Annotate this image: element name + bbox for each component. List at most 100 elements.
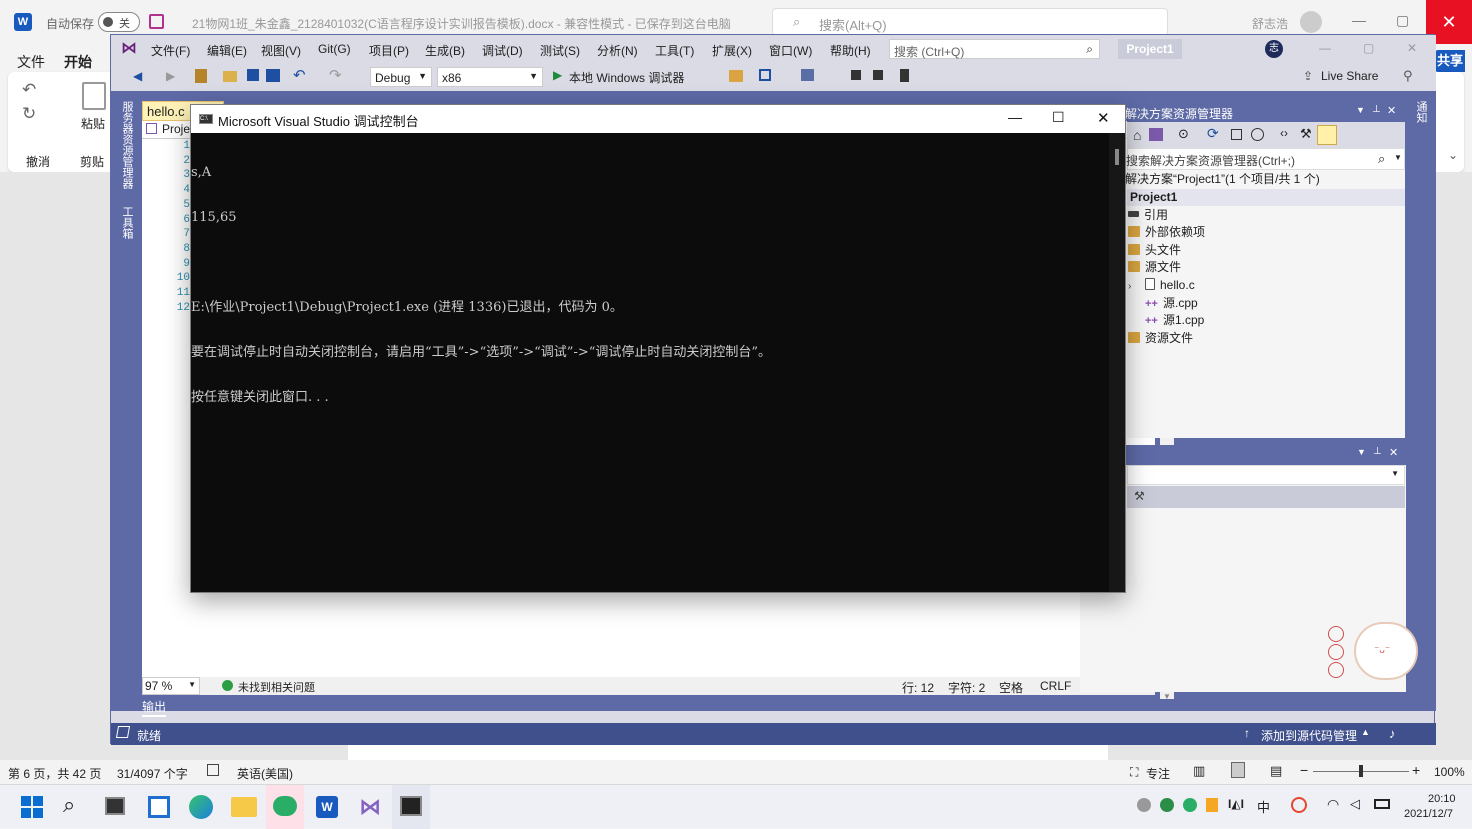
tree-item-hello-c[interactable]: › hello.c <box>1128 277 1195 294</box>
paste-label[interactable]: 粘贴 <box>81 115 105 132</box>
menu-edit[interactable]: 编辑(E) <box>207 42 247 59</box>
vs-close-icon[interactable]: ✕ <box>1407 41 1417 55</box>
mascot-sticker[interactable]: ⁻ᴗ⁻ <box>1354 622 1418 680</box>
toolbar-indent-icon[interactable] <box>801 69 814 81</box>
zoom-out-icon[interactable]: − <box>1300 762 1308 778</box>
mascot-button-1[interactable] <box>1328 626 1344 642</box>
share-button[interactable]: 共享 <box>1435 50 1465 72</box>
console-close-icon[interactable]: ✕ <box>1097 109 1110 127</box>
paste-icon[interactable] <box>82 82 106 110</box>
antivirus-icon[interactable] <box>1291 797 1307 813</box>
console-maximize-icon[interactable]: ☐ <box>1052 109 1065 126</box>
tree-item-references[interactable]: 引用 <box>1128 207 1168 224</box>
language[interactable]: 英语(美国) <box>237 765 293 782</box>
restore-icon[interactable]: ▢ <box>1396 12 1409 29</box>
run-icon[interactable]: ▶ <box>553 68 562 82</box>
search-icon[interactable]: ⌕ <box>63 792 75 818</box>
toolbar-browse-icon[interactable] <box>759 69 771 81</box>
security-icon[interactable] <box>1160 798 1174 812</box>
pin-icon[interactable]: ⊥ <box>1373 446 1382 457</box>
word-search-box[interactable]: ⌕ 搜索(Alt+Q) <box>772 8 1168 36</box>
solution-explorer-search[interactable]: 搜索解决方案资源管理器(Ctrl+;) ⌕ ▼ <box>1126 148 1405 170</box>
menu-view[interactable]: 视图(V) <box>261 42 301 59</box>
panel-close-icon[interactable]: ✕ <box>1387 104 1396 117</box>
issues-status[interactable]: 未找到相关问题 <box>238 679 315 695</box>
forward-icon[interactable]: ▶ <box>166 69 175 83</box>
focus-icon[interactable]: ⛶ <box>1130 765 1138 780</box>
menu-window[interactable]: 窗口(W) <box>769 42 812 59</box>
wechat-taskbar-button[interactable] <box>266 785 304 829</box>
open-icon[interactable] <box>223 71 237 82</box>
console-minimize-icon[interactable]: — <box>1008 109 1022 125</box>
console-taskbar-button[interactable] <box>392 785 430 829</box>
menu-tools[interactable]: 工具(T) <box>655 42 694 59</box>
line-indicator[interactable]: 行: 12 <box>902 679 934 696</box>
panel-menu-icon[interactable]: ▼ <box>1357 447 1366 457</box>
input-method-icon[interactable]: 中 <box>1257 797 1270 816</box>
tab-file[interactable]: 文件 <box>17 52 45 72</box>
menu-build[interactable]: 生成(B) <box>425 42 465 59</box>
menu-analyze[interactable]: 分析(N) <box>597 42 638 59</box>
menu-debug[interactable]: 调试(D) <box>482 42 523 59</box>
add-to-source-control[interactable]: 添加到源代码管理 <box>1261 727 1357 744</box>
tray-app-icon[interactable] <box>1206 798 1218 812</box>
live-share-button[interactable]: Live Share <box>1321 69 1378 83</box>
scroll-down-icon[interactable]: ▼ <box>1163 692 1171 701</box>
toolbar-uncomment-icon[interactable] <box>873 70 883 80</box>
panel-close-icon[interactable]: ✕ <box>1389 446 1398 459</box>
tree-item-external-deps[interactable]: 外部依赖项 <box>1128 224 1205 241</box>
volume-icon[interactable]: ◁ <box>1350 796 1360 812</box>
vs-maximize-icon[interactable]: ▢ <box>1363 41 1374 55</box>
platform-dropdown[interactable]: x86 ▼ <box>437 67 543 87</box>
bookmark-icon[interactable] <box>900 69 909 82</box>
mascot-button-3[interactable] <box>1328 662 1344 678</box>
save-icon[interactable] <box>247 69 259 81</box>
refresh-icon[interactable]: ⟳ <box>1207 125 1219 142</box>
feedback-icon[interactable]: ⚲ <box>1403 68 1413 84</box>
tree-item-solution[interactable]: 解决方案“Project1”(1 个项目/共 1 个) <box>1125 171 1385 188</box>
tree-item-project[interactable]: Project1 <box>1127 189 1405 206</box>
back-icon[interactable]: ◀ <box>133 69 142 83</box>
properties-icon[interactable]: ⚒ <box>1300 126 1312 142</box>
visual-studio-icon[interactable]: ⋈ <box>358 795 382 819</box>
tree-item-source-files[interactable]: 源文件 <box>1128 259 1181 276</box>
zoom-level[interactable]: 100% <box>1434 765 1465 779</box>
eol-indicator[interactable]: CRLF <box>1040 679 1071 693</box>
redo-icon[interactable]: ↷ <box>329 66 342 84</box>
proofing-icon[interactable] <box>207 764 219 776</box>
tree-item-resource-files[interactable]: 资源文件 <box>1128 330 1193 347</box>
home-icon[interactable]: ⌂ <box>1133 127 1141 143</box>
page-count[interactable]: 第 6 页，共 42 页 <box>8 765 101 782</box>
ime-icon[interactable]: I◭I <box>1228 797 1244 811</box>
tree-item-header-files[interactable]: 头文件 <box>1128 242 1181 259</box>
clock-date[interactable]: 2021/12/7 <box>1404 808 1453 820</box>
notifications-tab[interactable]: 通知 <box>1413 101 1427 131</box>
menu-git[interactable]: Git(G) <box>318 42 351 56</box>
vs-search-box[interactable]: 搜索 (Ctrl+Q) ⌕ <box>889 39 1100 59</box>
clock-time[interactable]: 20:10 <box>1428 793 1456 805</box>
read-mode-icon[interactable]: ▥ <box>1193 763 1205 779</box>
bell-icon[interactable]: ♪ <box>1389 726 1396 741</box>
wechat-tray-icon[interactable] <box>1183 798 1197 812</box>
redo-icon[interactable]: ↻ <box>22 104 36 124</box>
menu-project[interactable]: 项目(P) <box>369 42 409 59</box>
tree-item-source1-cpp[interactable]: ++ 源1.cpp <box>1145 312 1204 329</box>
avatar[interactable] <box>1300 11 1322 33</box>
windows-start-icon[interactable] <box>21 796 43 818</box>
print-layout-icon[interactable] <box>1231 762 1245 778</box>
console-scrollbar[interactable] <box>1109 133 1125 592</box>
tree-item-source-cpp[interactable]: ++ 源.cpp <box>1145 295 1198 312</box>
mascot-button-2[interactable] <box>1328 644 1344 660</box>
menu-test[interactable]: 测试(S) <box>540 42 580 59</box>
word-count[interactable]: 31/4097 个字 <box>117 765 188 782</box>
collapse-icon[interactable] <box>1231 129 1242 140</box>
zoom-in-icon[interactable]: + <box>1412 762 1420 778</box>
show-all-icon[interactable] <box>1251 128 1264 141</box>
toolbar-comment-icon[interactable] <box>851 70 861 80</box>
switch-views-icon[interactable] <box>1149 128 1163 141</box>
project-dropdown[interactable]: Proje <box>162 122 190 136</box>
save-all-icon[interactable] <box>266 69 280 82</box>
ribbon-expand-icon[interactable]: ⌄ <box>1448 148 1458 162</box>
task-view-icon[interactable] <box>105 797 125 815</box>
undo-icon[interactable]: ↶ <box>22 80 36 100</box>
